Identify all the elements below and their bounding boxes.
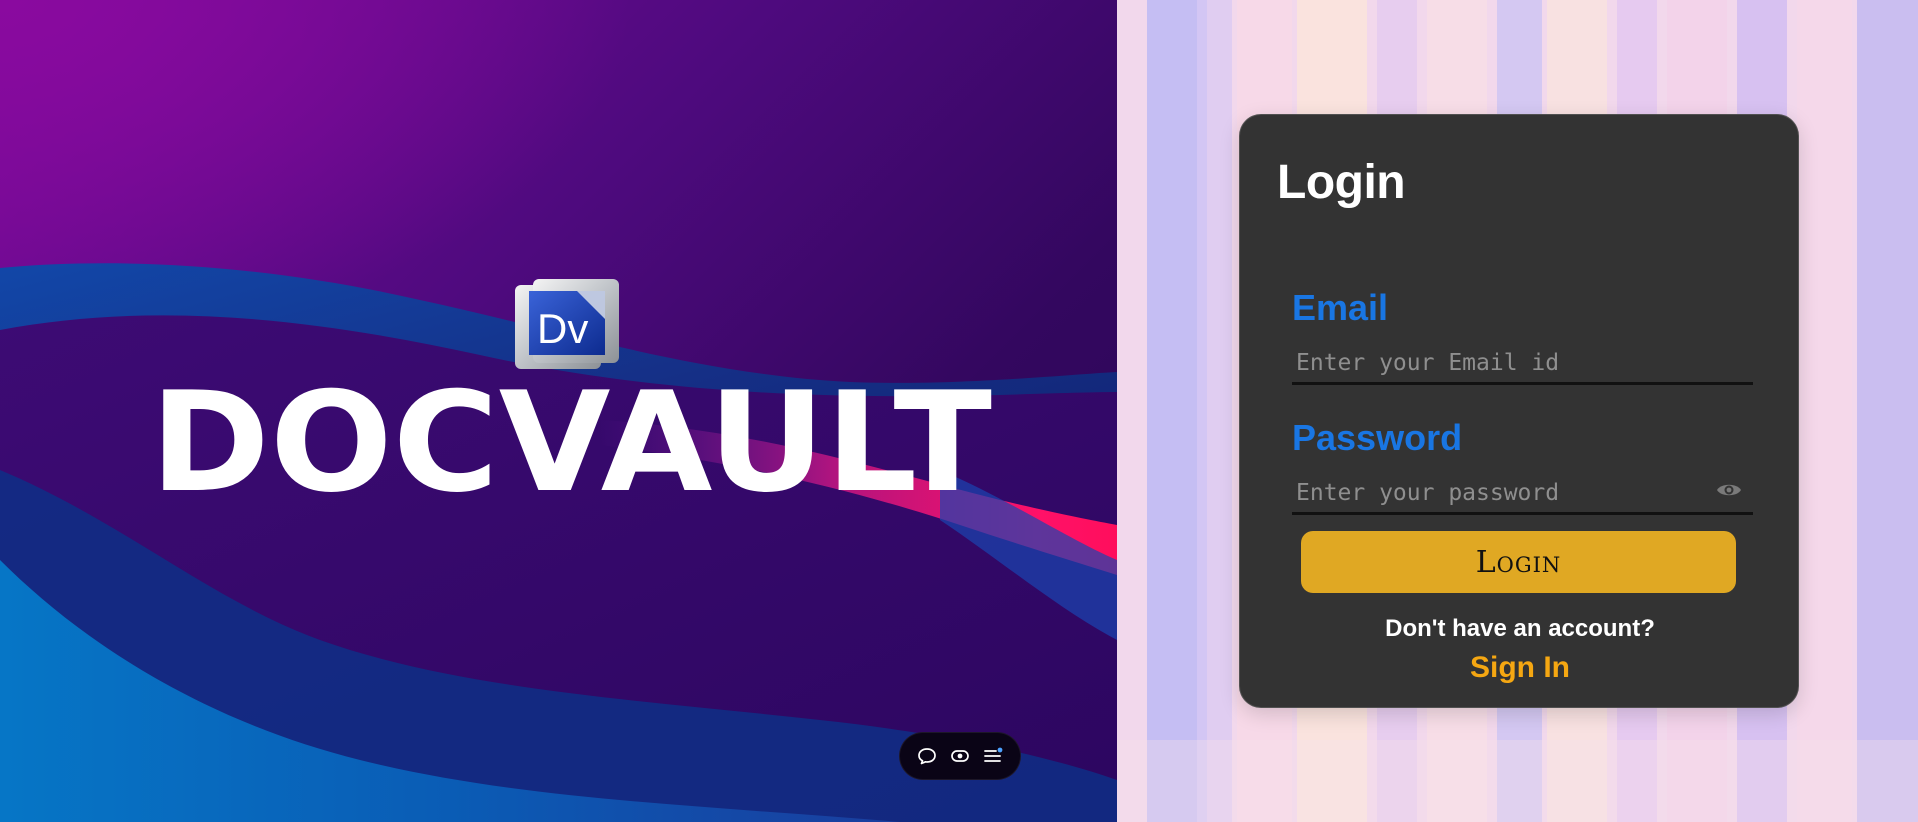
svg-text:DocVault: DocVault bbox=[150, 380, 992, 515]
view-toggle-button[interactable] bbox=[946, 742, 974, 770]
brand-title: DocVault bbox=[150, 380, 992, 515]
docvault-logo-icon: Dv bbox=[515, 279, 619, 369]
menu-icon bbox=[984, 747, 1003, 762]
chat-button[interactable] bbox=[913, 742, 941, 770]
login-page: Dv DocVault bbox=[0, 0, 1918, 822]
svg-text:Dv: Dv bbox=[537, 305, 588, 352]
signin-link[interactable]: Sign In bbox=[1240, 651, 1800, 685]
eye-icon bbox=[1717, 484, 1741, 496]
password-field[interactable] bbox=[1292, 469, 1753, 512]
login-section: Login Email Password Login Don't have an… bbox=[1117, 0, 1918, 822]
brand-hero: Dv DocVault bbox=[0, 0, 1117, 822]
email-field[interactable] bbox=[1292, 339, 1753, 382]
chat-bubble-icon bbox=[917, 748, 936, 765]
email-field-container bbox=[1292, 339, 1753, 385]
eye-toggle-icon bbox=[951, 750, 969, 762]
password-field-container bbox=[1292, 469, 1753, 515]
login-button[interactable]: Login bbox=[1301, 531, 1736, 593]
login-card: Login Email Password Login Don't have an… bbox=[1239, 114, 1799, 708]
email-label: Email bbox=[1292, 287, 1389, 328]
signup-prompt: Don't have an account? bbox=[1385, 615, 1655, 642]
password-label: Password bbox=[1292, 417, 1463, 458]
menu-button[interactable] bbox=[979, 742, 1007, 770]
floating-toolbar bbox=[899, 732, 1021, 780]
show-password-toggle[interactable] bbox=[1713, 477, 1745, 503]
login-title: Login bbox=[1277, 156, 1406, 209]
